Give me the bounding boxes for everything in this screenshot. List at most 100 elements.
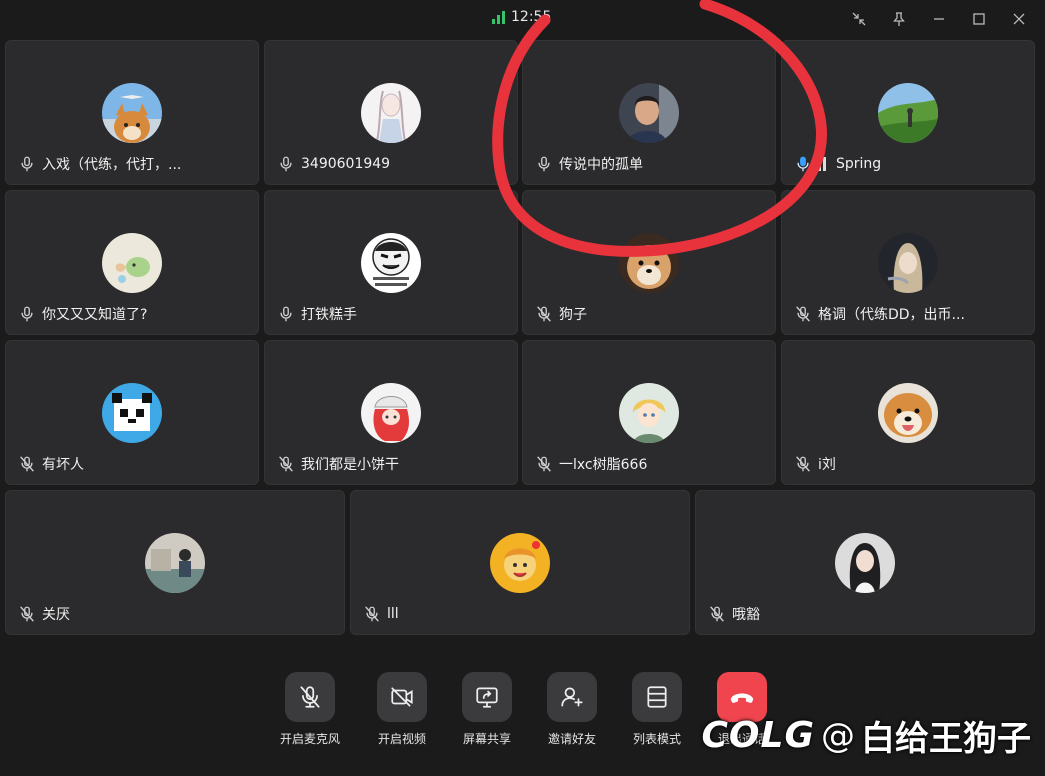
participant-label: 打铁糕手 [277,304,507,324]
mic-status [18,305,36,323]
participant-name: Spring [836,156,882,172]
participant-name: 有坏人 [42,457,84,473]
avatar [619,83,679,143]
mic-off-icon [710,606,724,622]
participant-label: 哦豁 [708,604,1024,624]
watermark-at: @ [821,715,855,756]
mic-off-icon [537,456,551,472]
screen-share-button[interactable]: 屏幕共享 [447,672,527,747]
watermark-logo: COLG [701,715,815,756]
avatar [878,383,938,443]
participant-name: 你又又又知道了? [42,307,148,323]
participant-tile[interactable]: 我们都是小饼干 [264,340,518,485]
avatar [361,83,421,143]
mic-off-icon [279,456,293,472]
participant-label: 我们都是小饼干 [277,454,507,474]
avatar [878,233,938,293]
mic-off-icon [20,606,34,622]
avatar [145,533,205,593]
participant-tile[interactable]: Spring [781,40,1035,185]
invite-friend-square [547,672,597,722]
mic-off-icon [796,456,810,472]
participant-name: lll [387,606,399,622]
mic-speaking-icon [797,156,809,172]
participant-name: 3490601949 [301,156,391,172]
toggle-video-button[interactable]: 开启视频 [362,672,442,747]
pin-button[interactable] [879,6,919,32]
participant-tile[interactable]: 入戏（代练，代打，... [5,40,259,185]
mic-status [535,155,553,173]
screen-share-square [462,672,512,722]
signal-icon [492,10,505,24]
maximize-button[interactable] [959,6,999,32]
participant-tile[interactable]: 传说中的孤单 [522,40,776,185]
participant-tile[interactable]: i刘 [781,340,1035,485]
participant-label: lll [363,604,679,624]
mic-status [18,455,36,473]
mic-icon [21,306,33,322]
list-mode-label: 列表模式 [632,732,681,746]
watermark: COLG @ 白给王狗子 [701,711,1031,760]
mic-status [708,605,726,623]
mic-off-icon [365,606,379,622]
avatar [619,383,679,443]
participant-name: 传说中的孤单 [559,157,643,173]
toggle-mic-label: 开启麦克风 [279,732,340,746]
participant-tile[interactable]: lll [350,490,690,635]
participant-tile[interactable]: 狗子 [522,190,776,335]
title-bar: 12:55 [0,0,1045,38]
hang-up-icon [730,693,754,703]
toggle-mic-button[interactable]: 开启麦克风 [270,672,350,747]
invite-friend-button[interactable]: 邀请好友 [532,672,612,747]
close-button[interactable] [999,6,1039,32]
mic-status [18,605,36,623]
participant-name: 一lxc树脂666 [559,457,648,473]
list-mode-square [632,672,682,722]
signal-text: 12:55 [511,9,552,25]
list-mode-button[interactable]: 列表模式 [617,672,697,747]
mic-status [794,305,812,323]
avatar [878,83,938,143]
volume-level-icon [813,157,826,171]
participant-tile[interactable]: 打铁糕手 [264,190,518,335]
participant-tile[interactable]: 有坏人 [5,340,259,485]
mic-icon [280,156,292,172]
pin-icon [893,12,905,26]
avatar [835,533,895,593]
screen-share-label: 屏幕共享 [462,732,511,746]
participant-tile[interactable]: 一lxc树脂666 [522,340,776,485]
participant-label: 有坏人 [18,454,248,474]
avatar [102,83,162,143]
participant-tile[interactable]: 你又又又知道了? [5,190,259,335]
watermark-user: 白给王狗子 [861,719,1031,759]
invite-friend-label: 邀请好友 [547,732,596,746]
minimize-icon [934,18,944,20]
mic-status [18,155,36,173]
avatar [102,233,162,293]
participant-label: Spring [794,154,1024,174]
participant-tile[interactable]: 格调（代练DD，出币... [781,190,1035,335]
participant-name: 我们都是小饼干 [301,457,399,473]
close-icon [1013,13,1025,25]
participant-label: i刘 [794,454,1024,474]
participant-name: 入戏（代练，代打，... [42,157,182,173]
collapse-button[interactable] [839,6,879,32]
participant-name: 格调（代练DD，出币... [818,307,965,323]
participant-tile[interactable]: 关厌 [5,490,345,635]
mic-status [277,455,295,473]
mic-icon [280,306,292,322]
participant-label: 3490601949 [277,154,507,174]
list-mode-icon [647,686,667,708]
participant-name: 狗子 [559,307,587,323]
mic-off-icon [796,306,810,322]
participant-tile[interactable]: 3490601949 [264,40,518,185]
mic-icon [538,156,550,172]
avatar [490,533,550,593]
mic-off-icon [20,456,34,472]
collapse-icon [852,12,866,26]
participant-label: 入戏（代练，代打，... [18,154,248,174]
minimize-button[interactable] [919,6,959,32]
window-controls [839,6,1039,32]
participant-tile[interactable]: 哦豁 [695,490,1035,635]
network-status: 12:55 [492,8,551,26]
